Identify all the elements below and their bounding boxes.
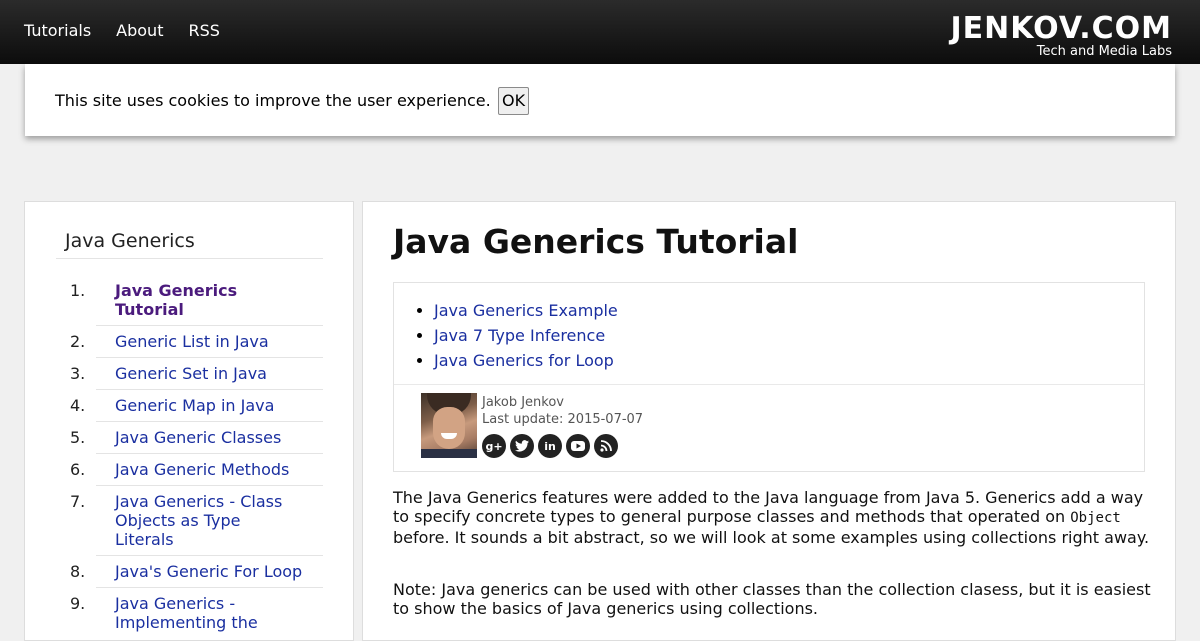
top-bar: Tutorials About RSS JENKOV.COM Tech and … bbox=[0, 0, 1200, 64]
toc-number: 1. bbox=[70, 281, 86, 300]
site-logo[interactable]: JENKOV.COM bbox=[951, 14, 1172, 44]
page-title: Java Generics Tutorial bbox=[393, 222, 799, 261]
inline-code-object: Object bbox=[1070, 510, 1121, 526]
rss-icon[interactable] bbox=[594, 434, 618, 458]
author-name: Jakob Jenkov bbox=[482, 395, 564, 410]
cookie-banner: This site uses cookies to improve the us… bbox=[25, 64, 1175, 136]
section-link-type-inference[interactable]: Java 7 Type Inference bbox=[434, 326, 605, 345]
twitter-icon[interactable] bbox=[510, 434, 534, 458]
intro-text-a: The Java Generics features were added to… bbox=[393, 488, 1144, 526]
nav-tutorials[interactable]: Tutorials bbox=[24, 21, 91, 41]
toc-number: 9. bbox=[70, 594, 86, 613]
toc-number: 8. bbox=[70, 562, 86, 581]
toc-number: 4. bbox=[70, 396, 86, 415]
youtube-icon[interactable] bbox=[566, 434, 590, 458]
sidebar-title: Java Generics bbox=[65, 230, 195, 252]
article-info-box: Java Generics Example Java 7 Type Infere… bbox=[393, 282, 1145, 472]
section-link-item: Java Generics Example bbox=[434, 298, 618, 323]
section-link-for-loop[interactable]: Java Generics for Loop bbox=[434, 351, 614, 370]
toc-link-implementing-iterable[interactable]: Java Generics - Implementing the bbox=[115, 594, 275, 632]
site-tagline: Tech and Media Labs bbox=[1036, 44, 1172, 59]
section-link-generics-example[interactable]: Java Generics Example bbox=[434, 301, 618, 320]
intro-text-b: before. It sounds a bit abstract, so we … bbox=[393, 528, 1150, 547]
google-plus-icon[interactable]: g+ bbox=[482, 434, 506, 458]
author-avatar bbox=[421, 393, 477, 458]
toc-link-generic-map[interactable]: Generic Map in Java bbox=[115, 396, 323, 415]
toc-item: 9. Java Generics - Implementing the bbox=[56, 588, 323, 638]
toc-number: 6. bbox=[70, 460, 86, 479]
note-paragraph: Note: Java generics can be used with oth… bbox=[393, 580, 1151, 618]
sidebar: Java Generics 1. Java Generics Tutorial … bbox=[24, 201, 354, 641]
toc-item: 6. Java Generic Methods bbox=[56, 454, 323, 485]
toc-link-java-generics-tutorial[interactable]: Java Generics Tutorial bbox=[115, 281, 265, 319]
toc-number: 2. bbox=[70, 332, 86, 351]
toc-link-generic-for-loop[interactable]: Java's Generic For Loop bbox=[115, 562, 323, 581]
article-section-links: Java Generics Example Java 7 Type Infere… bbox=[434, 298, 618, 373]
toc-item: 5. Java Generic Classes bbox=[56, 422, 323, 453]
toc-link-generic-list[interactable]: Generic List in Java bbox=[115, 332, 323, 351]
toc-item: 2. Generic List in Java bbox=[56, 326, 323, 357]
toc-item: 4. Generic Map in Java bbox=[56, 390, 323, 421]
toc-link-generic-set[interactable]: Generic Set in Java bbox=[115, 364, 323, 383]
toc-number: 3. bbox=[70, 364, 86, 383]
toc-number: 7. bbox=[70, 492, 86, 511]
section-link-item: Java 7 Type Inference bbox=[434, 323, 618, 348]
cookie-message: This site uses cookies to improve the us… bbox=[55, 91, 491, 110]
nav-rss[interactable]: RSS bbox=[188, 21, 219, 41]
toc-number: 5. bbox=[70, 428, 86, 447]
toc-item: 8. Java's Generic For Loop bbox=[56, 556, 323, 587]
linkedin-icon[interactable]: in bbox=[538, 434, 562, 458]
section-link-item: Java Generics for Loop bbox=[434, 348, 618, 373]
toc-item: 1. Java Generics Tutorial bbox=[56, 278, 323, 325]
toc-link-generic-classes[interactable]: Java Generic Classes bbox=[115, 428, 323, 447]
sidebar-divider bbox=[56, 258, 323, 259]
nav-about[interactable]: About bbox=[116, 21, 163, 41]
main-content: Java Generics Tutorial Java Generics Exa… bbox=[362, 201, 1176, 641]
top-nav: Tutorials About RSS bbox=[24, 21, 245, 41]
cookie-ok-button[interactable]: OK bbox=[498, 87, 530, 115]
toc-item: 7. Java Generics - Class Objects as Type… bbox=[56, 486, 323, 555]
last-update: Last update: 2015-07-07 bbox=[482, 412, 644, 427]
sidebar-toc: 1. Java Generics Tutorial 2. Generic Lis… bbox=[56, 278, 323, 638]
intro-paragraph: The Java Generics features were added to… bbox=[393, 488, 1153, 547]
toc-item: 3. Generic Set in Java bbox=[56, 358, 323, 389]
toc-link-generic-methods[interactable]: Java Generic Methods bbox=[115, 460, 323, 479]
info-box-divider bbox=[394, 384, 1144, 385]
toc-link-class-objects[interactable]: Java Generics - Class Objects as Type Li… bbox=[115, 492, 295, 549]
social-links: g+ in bbox=[482, 434, 622, 458]
